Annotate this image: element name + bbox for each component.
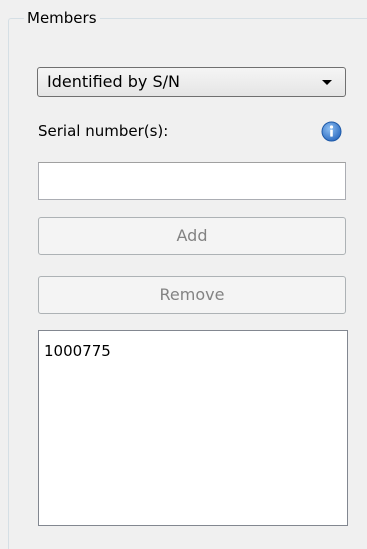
dropdown-value: Identified by S/N [47, 72, 180, 91]
group-title: Members [24, 8, 100, 28]
list-item[interactable]: 1000775 [44, 341, 111, 361]
members-listbox[interactable]: 1000775 [38, 330, 348, 526]
serial-number-label: Serial number(s): [38, 122, 169, 140]
add-button[interactable]: Add [38, 217, 346, 255]
info-icon[interactable] [321, 121, 342, 142]
remove-button[interactable]: Remove [38, 276, 346, 314]
serial-number-input[interactable] [38, 162, 346, 200]
members-panel: Members Identified by S/N Serial number(… [0, 0, 367, 549]
chevron-down-icon [322, 80, 332, 85]
identify-by-dropdown[interactable]: Identified by S/N [37, 67, 346, 97]
